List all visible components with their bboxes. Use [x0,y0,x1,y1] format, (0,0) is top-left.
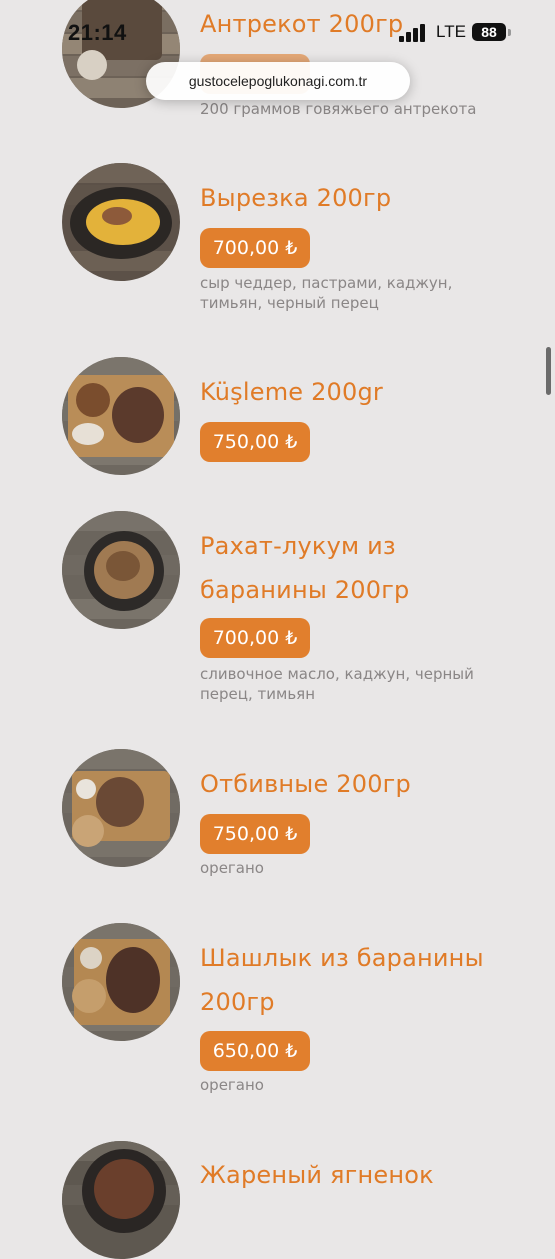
dish-image [62,923,180,1041]
item-description: сыр чеддер, пастрами, каджун, тимьян, че… [200,274,453,312]
battery-icon: 88 [472,23,506,41]
scrollbar-thumb[interactable] [546,347,551,395]
item-name: Отбивные 200гр [200,770,411,798]
price-badge: 750,00 ₺ [200,814,310,854]
dish-image [62,511,180,629]
status-time: 21:14 [68,20,127,45]
battery-tip [508,29,511,36]
item-description: орегано [200,859,264,877]
menu-list: Антрекот 200гр 200 граммов говяжьего ант… [0,0,555,1259]
price-badge: 750,00 ₺ [200,422,310,462]
dish-image [62,163,180,281]
price-badge: 700,00 ₺ [200,618,310,658]
item-description: сливочное масло, каджун, черный перец, т… [200,665,474,703]
item-name: Жареный ягненок [200,1161,434,1189]
dish-image [62,1141,180,1259]
item-name: Рахат-лукум из баранины 200гр [200,532,410,604]
item-description: орегано [200,1076,264,1094]
item-name: Вырезка 200гр [200,184,392,212]
signal-icon [399,24,429,42]
price-badge: 650,00 ₺ [200,1031,310,1071]
item-description: 200 граммов говяжьего антрекота [200,100,477,118]
url-bar[interactable]: gustocelepoglukonagi.com.tr [146,62,410,100]
network-type: LTE [436,22,466,41]
price-badge: 700,00 ₺ [200,228,310,268]
dish-image [62,357,180,475]
status-bar: 21:14 LTE 88 [0,0,555,62]
item-name: Шашлык из баранины 200гр [200,944,484,1016]
dish-image [62,749,180,867]
item-name: Küşleme 200gr [200,378,383,406]
